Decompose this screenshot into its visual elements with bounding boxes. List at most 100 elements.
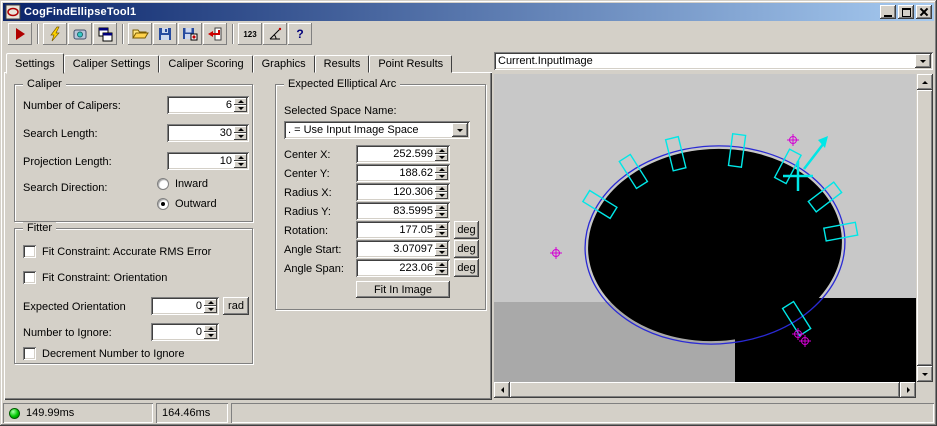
number-of-calipers-input[interactable] xyxy=(169,98,234,112)
tab-caliper-settings[interactable]: Caliper Settings xyxy=(63,55,160,73)
close-icon xyxy=(919,7,929,17)
selected-space-combo[interactable]: . = Use Input Image Space xyxy=(284,121,470,139)
number-format-button[interactable]: 123 xyxy=(238,23,262,45)
spin-up-button[interactable] xyxy=(435,223,448,230)
search-length-input[interactable] xyxy=(169,126,234,140)
status-panel-run-time: 149.99ms xyxy=(3,403,153,423)
radius-y-label: Radius Y: xyxy=(284,206,331,218)
radius-y-input[interactable] xyxy=(358,204,435,218)
spin-down-button[interactable] xyxy=(435,154,448,161)
up-arrow-icon xyxy=(207,301,214,304)
spin-up-button[interactable] xyxy=(234,98,247,105)
tab-results[interactable]: Results xyxy=(314,55,370,73)
spin-up-button[interactable] xyxy=(435,204,448,211)
radius-x-input[interactable] xyxy=(358,185,435,199)
vertical-scroll-thumb[interactable] xyxy=(917,90,933,366)
scroll-left-button[interactable] xyxy=(494,382,510,398)
tab-point-results[interactable]: Point Results xyxy=(369,55,453,73)
run-once-button[interactable] xyxy=(43,23,67,45)
spin-down-button[interactable] xyxy=(204,332,217,339)
fit-in-image-button[interactable]: Fit In Image xyxy=(356,281,450,298)
angle-units-button[interactable] xyxy=(263,23,287,45)
angle-start-input[interactable] xyxy=(358,242,435,256)
vertical-scrollbar[interactable] xyxy=(917,74,933,382)
spin-buttons xyxy=(435,185,448,199)
number-to-ignore-input[interactable] xyxy=(153,325,204,339)
save-button[interactable] xyxy=(153,23,177,45)
spin-down-button[interactable] xyxy=(435,192,448,199)
tab-label: Point Results xyxy=(378,58,444,70)
run-button[interactable] xyxy=(8,23,32,45)
image-display[interactable] xyxy=(494,74,916,382)
rotation-input[interactable] xyxy=(358,223,435,237)
maximize-button[interactable] xyxy=(898,5,914,19)
tool-display-button[interactable] xyxy=(68,23,92,45)
spin-down-button[interactable] xyxy=(435,173,448,180)
spin-down-button[interactable] xyxy=(234,161,247,168)
spin-up-button[interactable] xyxy=(234,154,247,161)
fit-constraint-orientation-checkbox[interactable] xyxy=(23,271,36,284)
minimize-button[interactable] xyxy=(880,5,896,19)
spin-down-button[interactable] xyxy=(204,306,217,313)
tool-window: CogFindEllipseTool1 123 ? Settings Calip… xyxy=(0,0,937,426)
close-button[interactable] xyxy=(916,5,932,19)
radio-inward-circle[interactable] xyxy=(157,178,169,190)
scroll-down-button[interactable] xyxy=(917,366,933,382)
tab-graphics[interactable]: Graphics xyxy=(252,55,315,73)
tab-strip: Settings Caliper Settings Caliper Scorin… xyxy=(6,52,453,74)
spin-up-button[interactable] xyxy=(234,126,247,133)
decrement-number-checkbox[interactable] xyxy=(23,347,36,360)
spin-down-button[interactable] xyxy=(435,230,448,237)
spin-down-button[interactable] xyxy=(234,105,247,112)
angle-span-deg-button[interactable]: deg xyxy=(454,259,479,277)
projection-length-label: Projection Length: xyxy=(23,156,112,168)
save-results-button[interactable] xyxy=(178,23,202,45)
spin-down-button[interactable] xyxy=(435,249,448,256)
decrement-number-checkbox-row[interactable]: Decrement Number to Ignore xyxy=(23,347,184,360)
tab-caliper-scoring[interactable]: Caliper Scoring xyxy=(159,55,253,73)
spin-up-button[interactable] xyxy=(204,299,217,306)
horizontal-scroll-thumb[interactable] xyxy=(510,382,900,398)
rotation-deg-button[interactable]: deg xyxy=(454,221,479,239)
help-button[interactable]: ? xyxy=(288,23,312,45)
fit-constraint-rms-checkbox-row[interactable]: Fit Constraint: Accurate RMS Error xyxy=(23,245,211,258)
expected-orientation-input[interactable] xyxy=(153,299,204,313)
image-source-combo[interactable]: Current.InputImage xyxy=(494,52,933,70)
spin-buttons xyxy=(435,223,448,237)
center-y-input[interactable] xyxy=(358,166,435,180)
spin-up-button[interactable] xyxy=(435,166,448,173)
spin-down-button[interactable] xyxy=(435,211,448,218)
radio-outward-circle[interactable] xyxy=(157,198,169,210)
scroll-up-button[interactable] xyxy=(917,74,933,90)
radio-outward[interactable]: Outward xyxy=(157,198,217,210)
center-x-input[interactable] xyxy=(358,147,435,161)
spin-up-button[interactable] xyxy=(204,325,217,332)
down-arrow-icon xyxy=(438,156,445,159)
angle-start-deg-button[interactable]: deg xyxy=(454,240,479,258)
tab-settings[interactable]: Settings xyxy=(6,53,64,74)
radio-inward[interactable]: Inward xyxy=(157,178,208,190)
copy-results-button[interactable] xyxy=(93,23,117,45)
horizontal-scrollbar[interactable] xyxy=(494,382,916,398)
combo-dropdown-button[interactable] xyxy=(452,123,468,137)
spin-up-button[interactable] xyxy=(435,242,448,249)
spin-up-button[interactable] xyxy=(435,147,448,154)
fit-constraint-orientation-checkbox-row[interactable]: Fit Constraint: Orientation xyxy=(23,271,167,284)
up-arrow-icon xyxy=(922,80,928,84)
titlebar[interactable]: CogFindEllipseTool1 xyxy=(3,3,934,21)
left-pane: Settings Caliper Settings Caliper Scorin… xyxy=(4,52,492,400)
scroll-right-button[interactable] xyxy=(900,382,916,398)
projection-length-input[interactable] xyxy=(169,154,234,168)
spin-up-button[interactable] xyxy=(435,261,448,268)
up-arrow-icon xyxy=(438,187,445,190)
fit-constraint-rms-checkbox[interactable] xyxy=(23,245,36,258)
spin-up-button[interactable] xyxy=(435,185,448,192)
spin-buttons xyxy=(234,154,247,168)
spin-down-button[interactable] xyxy=(435,268,448,275)
combo-dropdown-button[interactable] xyxy=(915,54,931,68)
rad-units-button[interactable]: rad xyxy=(223,297,249,315)
spin-down-button[interactable] xyxy=(234,133,247,140)
angle-span-input[interactable] xyxy=(358,261,435,275)
import-button[interactable] xyxy=(203,23,227,45)
open-file-button[interactable] xyxy=(128,23,152,45)
